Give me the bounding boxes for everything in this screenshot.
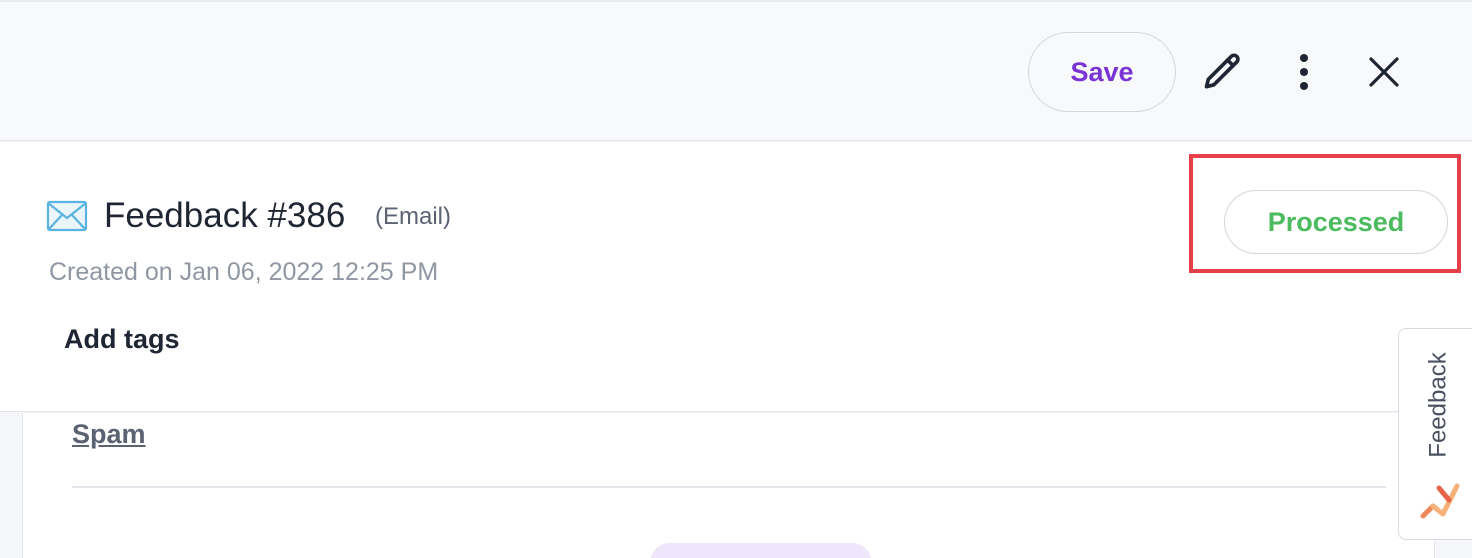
bottom-action-button[interactable]: [650, 543, 872, 558]
spam-link[interactable]: Spam: [72, 419, 146, 450]
created-timestamp: Created on Jan 06, 2022 12:25 PM: [49, 258, 439, 286]
feedback-tab-label-wrap: Feedback: [1418, 350, 1460, 460]
pencil-icon[interactable]: [1199, 46, 1247, 98]
feedback-tab-label: Feedback: [1425, 352, 1452, 458]
kebab-menu-icon[interactable]: [1280, 46, 1328, 98]
close-icon[interactable]: [1360, 46, 1408, 98]
channel-label: (Email): [375, 203, 451, 230]
divider: [72, 486, 1386, 488]
page-title: Feedback #386: [104, 196, 346, 235]
feedback-logo-icon: [1419, 478, 1461, 520]
add-tags-button[interactable]: Add tags: [64, 324, 180, 355]
save-button[interactable]: Save: [1028, 32, 1176, 112]
envelope-icon: [46, 199, 88, 233]
top-toolbar: Save: [0, 0, 1472, 141]
status-badge[interactable]: Processed: [1224, 190, 1448, 254]
